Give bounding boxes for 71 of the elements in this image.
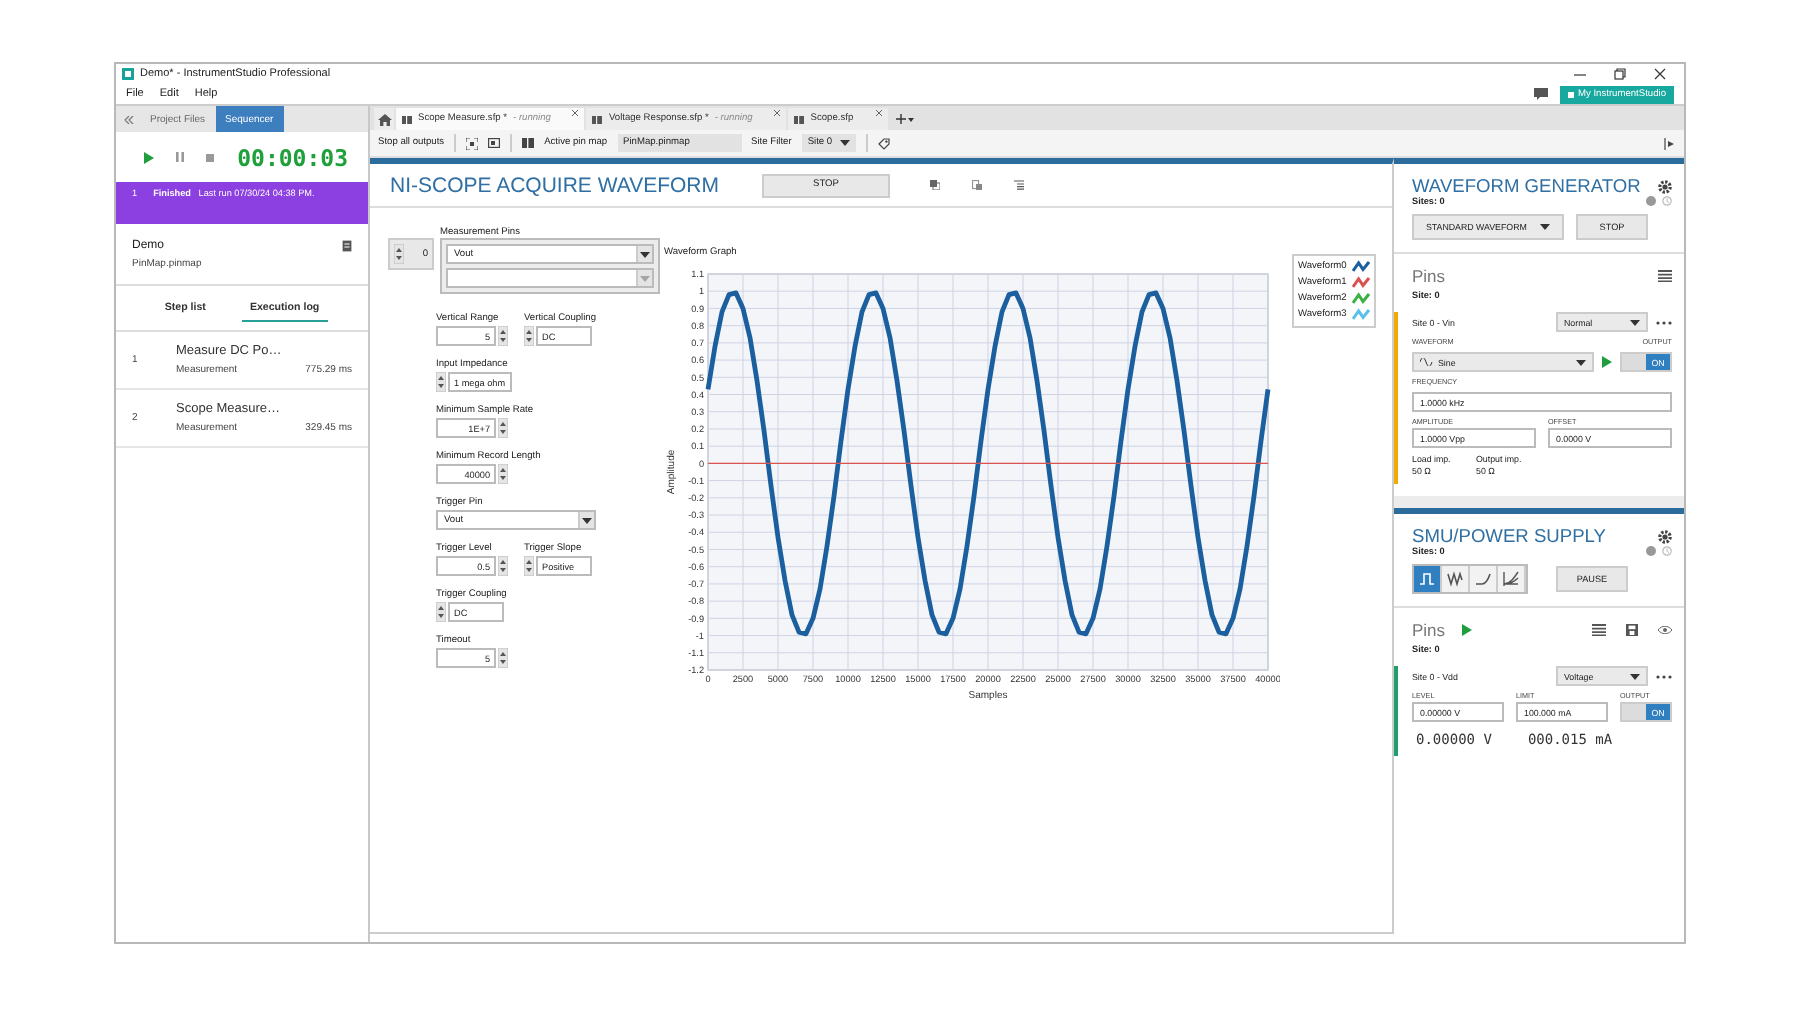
grid-icon (1568, 91, 1574, 97)
section-title: Pins (1412, 620, 1446, 640)
eye-icon[interactable] (1658, 626, 1672, 634)
caret-icon (1540, 224, 1550, 230)
caret-icon (582, 517, 592, 523)
close-icon[interactable] (1654, 68, 1666, 80)
panel-icon[interactable] (522, 138, 535, 148)
caret-icon (1576, 359, 1586, 365)
maximize-icon[interactable] (1614, 68, 1626, 80)
panel-icon (592, 115, 603, 123)
close-icon[interactable] (572, 110, 579, 116)
run-icon[interactable] (1602, 356, 1612, 368)
curve-icon (1474, 570, 1492, 588)
caret-icon (1630, 319, 1640, 325)
caret-icon (907, 117, 914, 121)
panel-title: WAVEFORM GENERATOR (1412, 176, 1641, 196)
screenshot-icon[interactable] (488, 138, 501, 148)
spin-buttons[interactable] (498, 648, 508, 668)
app-icon (122, 68, 134, 80)
mode-button[interactable] (1442, 566, 1470, 592)
spin-buttons[interactable] (498, 464, 508, 484)
more-icon[interactable] (1656, 319, 1672, 325)
run-icon[interactable] (1461, 624, 1472, 636)
spin-buttons[interactable] (498, 556, 508, 576)
spin-buttons[interactable] (436, 372, 446, 392)
section-title: Pins (1412, 266, 1446, 286)
list-icon[interactable] (1014, 180, 1024, 190)
minimize-icon[interactable] (1574, 68, 1586, 80)
panel-icon (794, 115, 805, 123)
caret-icon (1630, 673, 1640, 679)
stop-icon[interactable] (206, 153, 214, 161)
spin-buttons[interactable] (436, 602, 446, 622)
more-icon[interactable] (1656, 673, 1672, 679)
home-icon[interactable] (377, 113, 391, 125)
spin-buttons[interactable] (524, 556, 534, 576)
panel-title: NI-SCOPE ACQUIRE WAVEFORM (390, 173, 722, 197)
pause-icon[interactable] (176, 152, 184, 162)
caret-icon (640, 251, 650, 257)
settings-icon[interactable] (1658, 179, 1672, 193)
list-icon[interactable] (1592, 624, 1606, 636)
spin-buttons[interactable] (498, 418, 508, 438)
pulse-icon (1418, 570, 1436, 588)
plus-icon (895, 114, 906, 124)
save-icon[interactable] (1626, 624, 1638, 636)
sine-icon (1420, 358, 1434, 366)
list-icon[interactable] (1658, 270, 1672, 282)
sweep-icon (1446, 570, 1464, 588)
caret-icon (840, 140, 851, 146)
info-icon[interactable] (1646, 196, 1656, 206)
spin-buttons[interactable] (498, 326, 508, 346)
tag-icon[interactable] (878, 137, 891, 149)
copy-icon[interactable] (930, 180, 940, 190)
panel-icon (402, 115, 412, 123)
expand-panel-icon[interactable] (1664, 137, 1676, 149)
spin-buttons[interactable] (524, 326, 534, 346)
panel-title: SMU/POWER SUPPLY (1412, 526, 1606, 546)
mode-button[interactable] (1414, 566, 1442, 592)
collapse-icon[interactable] (123, 115, 133, 123)
caret-icon (640, 275, 650, 281)
fit-icon[interactable] (466, 137, 479, 149)
spin-buttons[interactable] (394, 244, 404, 264)
document-icon[interactable] (342, 240, 352, 252)
paste-icon[interactable] (972, 180, 982, 190)
fan-icon (1502, 570, 1520, 588)
timer: 00:00:03 (237, 143, 348, 171)
mode-button[interactable] (1470, 566, 1498, 592)
settings-icon[interactable] (1658, 529, 1672, 543)
chat-icon[interactable] (1534, 88, 1548, 100)
mode-button[interactable] (1498, 566, 1526, 592)
info-icon[interactable] (1646, 546, 1656, 556)
play-icon[interactable] (144, 151, 154, 163)
